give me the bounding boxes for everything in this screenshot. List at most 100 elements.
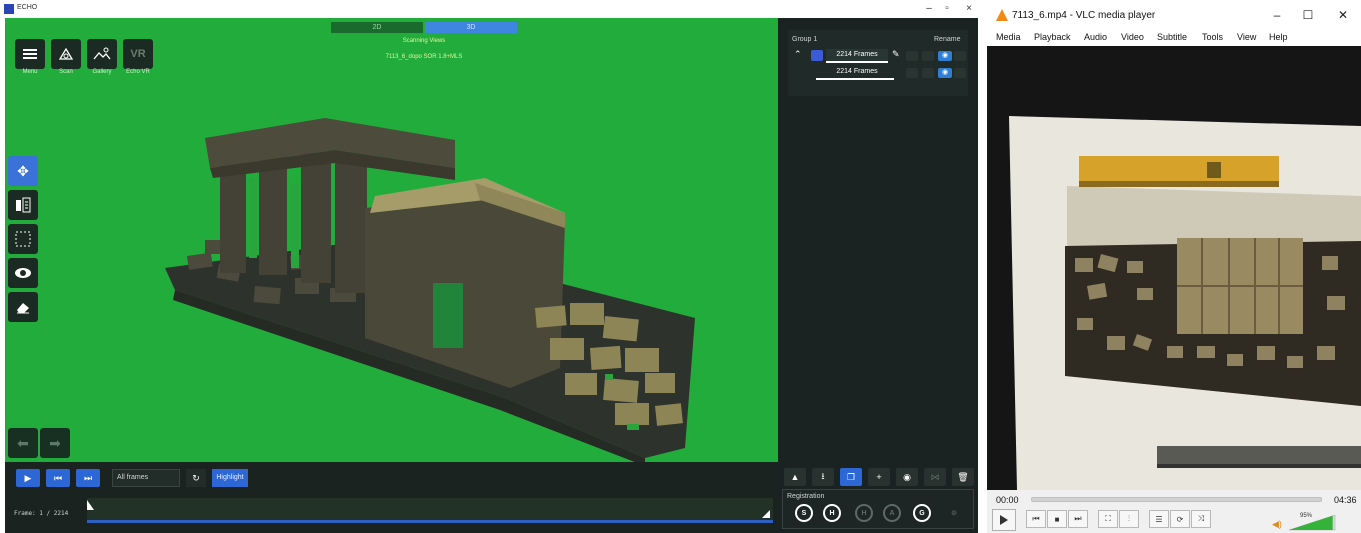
row-option-chip[interactable] xyxy=(922,68,934,78)
select-box-tool-button[interactable] xyxy=(8,224,38,254)
triangle-up-icon: ▲ xyxy=(790,472,800,482)
menu-button[interactable] xyxy=(15,39,45,69)
row-visibility-toggle[interactable]: ◉ xyxy=(938,51,952,61)
registration-a-button[interactable]: A xyxy=(883,504,901,522)
tab-3d[interactable]: 3D xyxy=(425,22,517,33)
scrubber-end-handle[interactable] xyxy=(762,510,770,518)
extended-settings-button[interactable]: ⫶ xyxy=(1119,510,1139,528)
arrow-down-icon: ⭳ xyxy=(821,471,825,481)
group-box: Group 1 Rename ⌃ 2214 Frames ✎ ◉ 2214 Fr… xyxy=(788,30,968,96)
seek-bar[interactable] xyxy=(1031,497,1322,502)
vlc-menu-bar: Media Playback Audio Video Subtitle Tool… xyxy=(987,30,1361,46)
vlc-minimize-button[interactable]: – xyxy=(1265,6,1289,24)
registration-disable-button[interactable]: ⊘ xyxy=(945,504,963,522)
scrubber-handle[interactable] xyxy=(87,500,94,510)
loop-button[interactable]: ⟳ xyxy=(1170,510,1190,528)
loop-button[interactable]: ↻ xyxy=(186,469,206,487)
align-up-button[interactable]: ▲ xyxy=(784,468,806,486)
video-display[interactable] xyxy=(987,46,1361,490)
layers-tool-button[interactable] xyxy=(8,190,38,220)
eraser-icon xyxy=(17,303,29,314)
preview-button[interactable]: ◉ xyxy=(896,468,918,486)
eraser-tool-button[interactable] xyxy=(8,292,38,322)
time-elapsed: 00:00 xyxy=(996,495,1019,505)
skip-start-button[interactable]: ⏮ xyxy=(46,469,70,487)
next-icon: ⏭ xyxy=(1074,514,1082,523)
frames-select[interactable]: All frames xyxy=(112,469,180,487)
trash-icon: 🗑 xyxy=(957,471,969,482)
vlc-cone-icon xyxy=(996,9,1008,21)
echo-titlebar: ECHO – ▫ × xyxy=(0,0,983,18)
skip-end-button[interactable]: ⏭ xyxy=(76,469,100,487)
rename-button[interactable]: Rename xyxy=(934,36,960,43)
menu-playback[interactable]: Playback xyxy=(1034,32,1071,42)
gallery-button[interactable] xyxy=(87,39,117,69)
scan-icon xyxy=(58,47,74,60)
eye-icon: ◉ xyxy=(941,52,949,59)
vlc-maximize-button[interactable]: ☐ xyxy=(1296,6,1320,24)
move-tool-button[interactable]: ✥ xyxy=(8,156,38,186)
shuffle-button[interactable]: ⤨ xyxy=(1191,510,1211,528)
registration-g-button[interactable]: G xyxy=(913,504,931,522)
plus-icon: + xyxy=(876,472,882,482)
menu-help[interactable]: Help xyxy=(1269,32,1288,42)
point-cloud-model[interactable] xyxy=(5,18,778,462)
stop-button[interactable]: ■ xyxy=(1047,510,1067,528)
view-subtitle: Scanning Views xyxy=(402,38,446,44)
layers-icon xyxy=(16,197,31,213)
echo-restore-button[interactable]: ▫ xyxy=(936,1,958,17)
volume-icon[interactable]: ◀) xyxy=(1272,519,1282,530)
previous-button[interactable]: ⏮ xyxy=(1026,510,1046,528)
video-frame xyxy=(987,46,1361,490)
row-option-chip[interactable] xyxy=(954,68,966,78)
playlist-button[interactable]: ☰ xyxy=(1149,510,1169,528)
undo-button[interactable]: ⬅ xyxy=(8,428,38,458)
redo-button[interactable]: ➡ xyxy=(40,428,70,458)
scan-row[interactable]: ⌃ 2214 Frames ✎ ◉ xyxy=(788,49,968,63)
play-button[interactable]: ▶ xyxy=(16,469,40,487)
menu-media[interactable]: Media xyxy=(996,32,1021,42)
registration-h-button[interactable]: H xyxy=(823,504,841,522)
group-color-swatch[interactable] xyxy=(811,50,823,61)
row-option-chip[interactable] xyxy=(922,51,934,61)
menu-subtitle[interactable]: Subtitle xyxy=(1157,32,1187,42)
eye-icon: ◉ xyxy=(903,471,911,482)
redo-icon: ➡ xyxy=(49,434,61,451)
next-button[interactable]: ⏭ xyxy=(1068,510,1088,528)
registration-h2-button[interactable]: H xyxy=(855,504,873,522)
collapse-icon[interactable]: ⌃ xyxy=(794,49,802,60)
timeline-bar: ▶ ⏮ ⏭ All frames ↻ Highlight Frame: 1 / … xyxy=(5,462,778,533)
edit-icon[interactable]: ✎ xyxy=(892,49,900,60)
menu-tools[interactable]: Tools xyxy=(1202,32,1223,42)
delete-button[interactable]: 🗑 xyxy=(952,468,974,486)
skip-end-icon: ⏭ xyxy=(83,472,93,483)
align-down-button[interactable]: ⭳ xyxy=(812,468,834,486)
menu-audio[interactable]: Audio xyxy=(1084,32,1107,42)
echo-close-button[interactable]: × xyxy=(958,1,980,17)
row-visibility-toggle[interactable]: ◉ xyxy=(938,68,952,78)
3d-viewport[interactable]: Menu Scan Gallery VR Echo VR 2D 3D Scann… xyxy=(5,18,778,462)
visibility-tool-button[interactable] xyxy=(8,258,38,288)
fullscreen-button[interactable]: ⛶ xyxy=(1098,510,1118,528)
copy-icon: ❐ xyxy=(846,471,856,482)
vlc-play-button[interactable] xyxy=(992,509,1016,531)
vlc-close-button[interactable]: ✕ xyxy=(1331,6,1355,24)
menu-video[interactable]: Video xyxy=(1121,32,1144,42)
highlight-button[interactable]: Highlight xyxy=(212,469,248,487)
row-option-chip[interactable] xyxy=(906,68,918,78)
scan-row[interactable]: 2214 Frames ◉ xyxy=(788,66,968,80)
vlc-titlebar: 7113_6.mp4 - VLC media player – ☐ ✕ xyxy=(987,0,1361,30)
copy-button[interactable]: ❐ xyxy=(840,468,862,486)
frame-scrubber[interactable] xyxy=(87,498,773,520)
scan-button[interactable] xyxy=(51,39,81,69)
registration-s-button[interactable]: S xyxy=(795,504,813,522)
merge-button[interactable]: ⋈ xyxy=(924,468,946,486)
add-button[interactable]: + xyxy=(868,468,890,486)
tab-2d[interactable]: 2D xyxy=(331,22,423,33)
group-title: Group 1 xyxy=(792,36,818,43)
volume-slider[interactable] xyxy=(1289,514,1337,531)
menu-view[interactable]: View xyxy=(1237,32,1256,42)
row-option-chip[interactable] xyxy=(954,51,966,61)
echo-vr-button[interactable]: VR xyxy=(123,39,153,69)
row-option-chip[interactable] xyxy=(906,51,918,61)
